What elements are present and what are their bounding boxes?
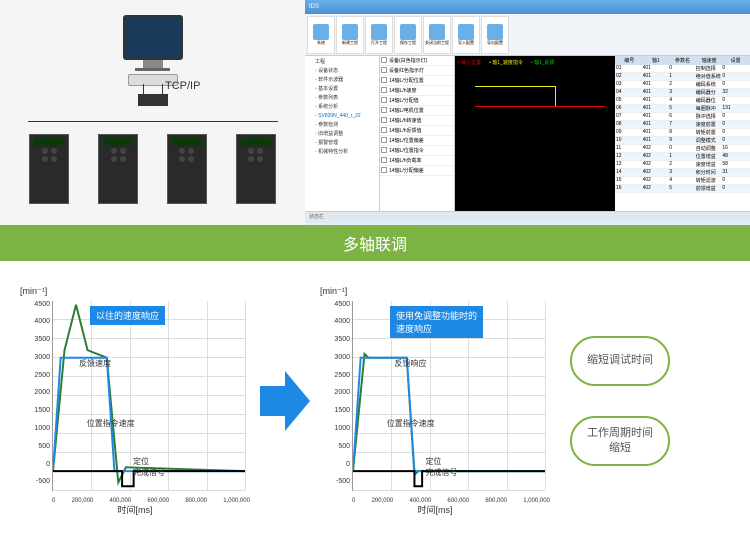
table-row[interactable]: 124021位置增益48 [615,153,750,161]
ribbon-button[interactable]: 导出配置 [481,16,509,54]
param-row[interactable]: 14轴L/h转速值 [380,116,454,126]
param-row[interactable]: 14轴L/位置指令 [380,146,454,156]
param-row[interactable]: 14轴L/h反馈值 [380,126,454,136]
checkbox-icon[interactable] [381,77,387,83]
tree-item[interactable]: ◦ 基本设置 [307,85,377,94]
ribbon-button[interactable]: 导入配置 [452,16,480,54]
param-row[interactable]: 14轴L/分配值 [380,96,454,106]
param-row[interactable]: 14轴L/h速度 [380,86,454,96]
ribbon-toolbar: 系统新建工程打开工程保存工程关闭当前工程导入配置导出配置 [305,14,750,56]
ribbon-icon [487,24,503,40]
software-screenshot: IDS 系统新建工程打开工程保存工程关闭当前工程导入配置导出配置 工程 ◦ 设备… [305,0,750,225]
tree-item[interactable]: ◦ 软件示波器 [307,76,377,85]
servo-drive-icon [98,134,138,204]
chart-before: 450040003500300025002000150010005000-500… [20,286,250,516]
checkbox-icon[interactable] [381,57,387,63]
section-banner: 多轴联调 [0,225,750,261]
parameter-checklist[interactable]: 设备(白色指示灯)设备红色指示灯14轴L/分配位置14轴L/h速度14轴L/分配… [380,56,455,211]
ribbon-icon [313,24,329,40]
checkbox-icon[interactable] [381,127,387,133]
tree-item[interactable]: ◦ SV820N_440_r_22 [307,112,377,121]
pc-monitor-icon [123,15,183,60]
table-row[interactable]: 104019调整模式0 [615,137,750,145]
table-row[interactable]: 054014编码器位0 [615,97,750,105]
tree-item[interactable]: ◦ 机械特性分析 [307,148,377,157]
bus-line [28,121,278,122]
top-section: TCP/IP IDS 系统新建工程打开工程保存工程关闭当前工程导入配置导出配置 … [0,0,750,225]
param-row[interactable]: 14轴L/电机位置 [380,106,454,116]
table-row[interactable]: 024011绝对值系统0 [615,73,750,81]
checkbox-icon[interactable] [381,137,387,143]
router-icon [138,94,168,106]
ribbon-button[interactable]: 系统 [307,16,335,54]
tree-item[interactable]: ◦ 参数检测 [307,121,377,130]
project-tree[interactable]: 工程 ◦ 设备状态◦ 软件示波器◦ 基本设置◦ 参数列表◦ 系统分析◦ SV82… [305,56,380,211]
ribbon-icon [458,24,474,40]
window-titlebar: IDS [305,0,750,14]
servo-drive-icon [167,134,207,204]
checkbox-icon[interactable] [381,157,387,163]
badge-shorten-debug: 缩短调试时间 [570,336,670,386]
benefit-badges: 缩短调试时间 工作周期时间缩短 [570,336,670,466]
ribbon-button[interactable]: 打开工程 [365,16,393,54]
checkbox-icon[interactable] [381,67,387,73]
badge-shorten-cycle: 工作周期时间缩短 [570,416,670,466]
monitor-stand [143,60,163,68]
table-row[interactable]: 094018转矩前置0 [615,129,750,137]
parameter-table[interactable]: 编号轴1参数名轴速度设置 014010控制选择0024011绝对值系统00340… [615,56,750,211]
ribbon-icon [342,24,358,40]
ribbon-icon [371,24,387,40]
status-bar: 状态栏 [305,211,750,223]
checkbox-icon[interactable] [381,97,387,103]
tree-item[interactable]: ◦ 参数列表 [307,94,377,103]
ribbon-button[interactable]: 新建工程 [336,16,364,54]
tree-item[interactable]: ◦ 报警管理 [307,139,377,148]
oscilloscope-view[interactable]: • 输入位置• 轴1_速度指令• 轴1_反馈 [455,56,615,211]
ribbon-icon [429,24,445,40]
table-row[interactable]: 154024转矩滤波0 [615,177,750,185]
servo-drive-icon [29,134,69,204]
monitor-foot [135,68,170,71]
ribbon-button[interactable]: 保存工程 [394,16,422,54]
ribbon-icon [400,24,416,40]
checkbox-icon[interactable] [381,167,387,173]
param-row[interactable]: 14轴L/分配偏差 [380,166,454,176]
table-row[interactable]: 064015每圈脉冲131 [615,105,750,113]
param-row[interactable]: 14轴L/位置偏差 [380,136,454,146]
workspace: 工程 ◦ 设备状态◦ 软件示波器◦ 基本设置◦ 参数列表◦ 系统分析◦ SV82… [305,56,750,211]
table-row[interactable]: 164025前馈增益0 [615,185,750,193]
param-row[interactable]: 设备红色指示灯 [380,66,454,76]
scope-legend: • 输入位置• 轴1_速度指令• 轴1_反馈 [458,59,555,66]
table-row[interactable]: 034012编码系统0 [615,81,750,89]
param-row[interactable]: 14轴L/h负载率 [380,156,454,166]
table-row[interactable]: 134022速度增益58 [615,161,750,169]
ribbon-button[interactable]: 关闭当前工程 [423,16,451,54]
app-title: IDS [309,4,319,10]
checkbox-icon[interactable] [381,117,387,123]
table-row[interactable]: 144023积分时间31 [615,169,750,177]
param-row[interactable]: 14轴L/分配位置 [380,76,454,86]
servo-drive-icon [236,134,276,204]
tree-item[interactable]: ◦ 旧增益调整 [307,130,377,139]
param-row[interactable]: 设备(白色指示灯) [380,56,454,66]
table-row[interactable]: 114020自动调整16 [615,145,750,153]
tree-root[interactable]: 工程 [307,58,377,67]
tree-item[interactable]: ◦ 系统分析 [307,103,377,112]
tree-item[interactable]: ◦ 设备状态 [307,67,377,76]
protocol-label: TCP/IP [165,80,200,92]
table-row[interactable]: 084017速度前置0 [615,121,750,129]
table-header: 编号轴1参数名轴速度设置 [615,56,750,65]
servo-drives-row [10,134,295,204]
chart-after: 450040003500300025002000150010005000-500… [320,286,550,516]
table-row[interactable]: 044013编码器分32 [615,89,750,97]
network-diagram: TCP/IP [0,0,305,225]
arrow-right-icon [260,371,310,431]
comparison-section: 450040003500300025002000150010005000-500… [0,261,750,540]
checkbox-icon[interactable] [381,87,387,93]
table-row[interactable]: 074016脉冲选择0 [615,113,750,121]
checkbox-icon[interactable] [381,107,387,113]
table-row[interactable]: 014010控制选择0 [615,65,750,73]
checkbox-icon[interactable] [381,147,387,153]
